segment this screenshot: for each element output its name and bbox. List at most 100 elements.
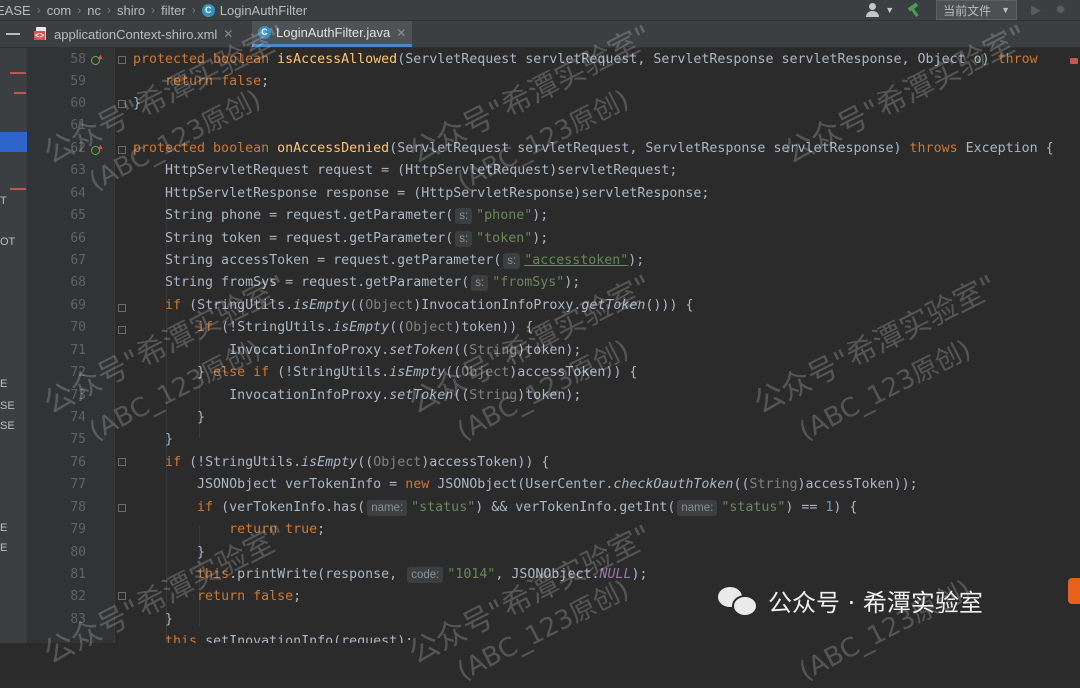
tree-item-fragment[interactable]: OT: [0, 236, 15, 248]
code-line[interactable]: if (!StringUtils.isEmpty((Object)token))…: [133, 317, 533, 339]
breadcrumb-separator-icon: ›: [151, 3, 156, 17]
code-line[interactable]: protected boolean isAccessAllowed(Servle…: [133, 49, 1038, 71]
line-number[interactable]: 78: [56, 500, 86, 515]
project-panel-edge: T OT E SE SE E E: [0, 48, 28, 643]
line-number[interactable]: 63: [56, 163, 86, 178]
class-icon: C: [258, 26, 271, 39]
run-configuration-label: 当前文件: [943, 3, 992, 18]
line-number[interactable]: 66: [56, 231, 86, 246]
debug-icon[interactable]: ✹: [1055, 2, 1066, 18]
code-line[interactable]: return true;: [133, 519, 325, 541]
hammer-icon[interactable]: [906, 3, 920, 17]
line-number[interactable]: 62: [56, 141, 86, 156]
chevron-down-icon[interactable]: ▼: [885, 5, 894, 15]
selected-tree-row[interactable]: [0, 132, 27, 152]
code-line[interactable]: JSONObject verTokenInfo = new JSONObject…: [133, 474, 918, 496]
line-number[interactable]: 59: [56, 74, 86, 89]
breadcrumb-item[interactable]: nc: [87, 3, 101, 18]
code-line[interactable]: if (StringUtils.isEmpty((Object)Invocati…: [133, 295, 693, 317]
code-line[interactable]: }: [133, 93, 141, 115]
breadcrumb-item[interactable]: EASE: [0, 3, 31, 18]
line-number[interactable]: 65: [56, 208, 86, 223]
breadcrumb-item[interactable]: com: [47, 3, 72, 18]
breadcrumb-separator-icon: ›: [106, 3, 111, 17]
code-line[interactable]: String token = request.getParameter(s: "t…: [133, 228, 548, 250]
breadcrumb-separator-icon: ›: [77, 3, 82, 17]
tree-item-fragment[interactable]: E: [0, 378, 7, 390]
error-stripe-marker[interactable]: [1070, 58, 1078, 64]
tab-loginauthfilter-java[interactable]: C LoginAuthFilter.java ✕: [252, 21, 413, 47]
code-line[interactable]: return false;: [133, 586, 301, 608]
code-line[interactable]: String phone = request.getParameter(s: "p…: [133, 205, 548, 227]
line-number[interactable]: 75: [56, 432, 86, 447]
line-number[interactable]: 81: [56, 567, 86, 582]
line-number[interactable]: 61: [56, 118, 86, 133]
chevron-down-icon: ▼: [1001, 5, 1011, 15]
tree-item-fragment[interactable]: SE: [0, 420, 15, 432]
editor-gutter: 58 59 60 61 62 63 64 65 66 67 68 69 70 71 72 73 74 75 76 77…: [28, 48, 126, 643]
code-line[interactable]: }: [133, 542, 205, 564]
breadcrumb-separator-icon: ›: [191, 3, 196, 17]
code-line[interactable]: }: [133, 609, 173, 631]
xml-file-icon: [34, 27, 48, 41]
code-line[interactable]: } else if (!StringUtils.isEmpty((Object)…: [133, 362, 637, 384]
user-icon[interactable]: [865, 2, 881, 18]
code-line[interactable]: InvocationInfoProxy.setToken((String)tok…: [133, 385, 581, 407]
tab-applicationcontext-shiro-xml[interactable]: applicationContext-shiro.xml ✕: [28, 21, 239, 47]
line-number[interactable]: 64: [56, 186, 86, 201]
close-icon[interactable]: ✕: [396, 26, 406, 40]
line-number[interactable]: 60: [56, 96, 86, 111]
line-number[interactable]: 67: [56, 253, 86, 268]
line-number[interactable]: 72: [56, 365, 86, 380]
code-line[interactable]: this.setInovationInfo(request);: [133, 631, 413, 643]
code-line[interactable]: String fromSys = request.getParameter(s:…: [133, 272, 580, 294]
tree-item-fragment[interactable]: SE: [0, 400, 15, 412]
breadcrumb-item[interactable]: shiro: [117, 3, 145, 18]
breadcrumb-item[interactable]: filter: [161, 3, 186, 18]
breadcrumb-item-class[interactable]: C LoginAuthFilter: [201, 2, 308, 18]
line-number[interactable]: 68: [56, 275, 86, 290]
line-number[interactable]: 79: [56, 522, 86, 537]
run-configuration-select[interactable]: 当前文件 ▼: [936, 0, 1018, 20]
breadcrumb-separator-icon: ›: [36, 3, 41, 17]
logo-icon: [1068, 578, 1080, 604]
class-icon: C: [201, 3, 215, 17]
line-number[interactable]: 77: [56, 477, 86, 492]
line-number[interactable]: 74: [56, 410, 86, 425]
line-number[interactable]: 80: [56, 545, 86, 560]
line-number[interactable]: 73: [56, 388, 86, 403]
code-line[interactable]: protected boolean onAccessDenied(Servlet…: [133, 138, 1054, 160]
code-line[interactable]: String accessToken = request.getParamete…: [133, 250, 644, 272]
code-line[interactable]: if (verTokenInfo.has(name: "status") && v…: [133, 497, 857, 519]
code-editor[interactable]: protected boolean isAccessAllowed(Servle…: [115, 48, 1080, 643]
run-icon[interactable]: ▶: [1031, 2, 1041, 18]
tree-item-fragment[interactable]: T: [0, 195, 7, 207]
line-number[interactable]: 82: [56, 589, 86, 604]
line-number[interactable]: 83: [56, 612, 86, 627]
override-method-icon[interactable]: ▲: [91, 142, 103, 156]
line-number[interactable]: 71: [56, 343, 86, 358]
breadcrumb-class-label: LoginAuthFilter: [219, 2, 308, 18]
code-line[interactable]: InvocationInfoProxy.setToken((String)tok…: [133, 340, 581, 362]
navigation-bar: EASE › com › nc › shiro › filter › C Log…: [0, 0, 1080, 21]
line-number[interactable]: 58: [56, 52, 86, 67]
code-line[interactable]: }: [133, 429, 173, 451]
tree-item-fragment[interactable]: E: [0, 522, 7, 534]
error-marker: [10, 72, 26, 74]
code-line[interactable]: return false;: [133, 71, 269, 93]
line-number[interactable]: 70: [56, 320, 86, 335]
override-method-icon[interactable]: ▲: [91, 52, 103, 66]
code-line[interactable]: }: [133, 407, 205, 429]
code-line[interactable]: HttpServletRequest request = (HttpServle…: [133, 160, 677, 182]
error-marker: [14, 92, 26, 94]
line-number[interactable]: 69: [56, 298, 86, 313]
wechat-icon: [718, 585, 758, 617]
line-number[interactable]: 76: [56, 455, 86, 470]
code-line[interactable]: HttpServletResponse response = (HttpServ…: [133, 183, 709, 205]
tree-item-fragment[interactable]: E: [0, 542, 7, 554]
editor-tab-bar: applicationContext-shiro.xml ✕ C LoginAu…: [0, 21, 1080, 48]
code-line[interactable]: if (!StringUtils.isEmpty((Object)accessT…: [133, 452, 549, 474]
code-line[interactable]: this.printWrite(response, code: "1014", J…: [133, 564, 648, 586]
menu-icon[interactable]: [6, 33, 20, 35]
close-icon[interactable]: ✕: [223, 27, 233, 41]
